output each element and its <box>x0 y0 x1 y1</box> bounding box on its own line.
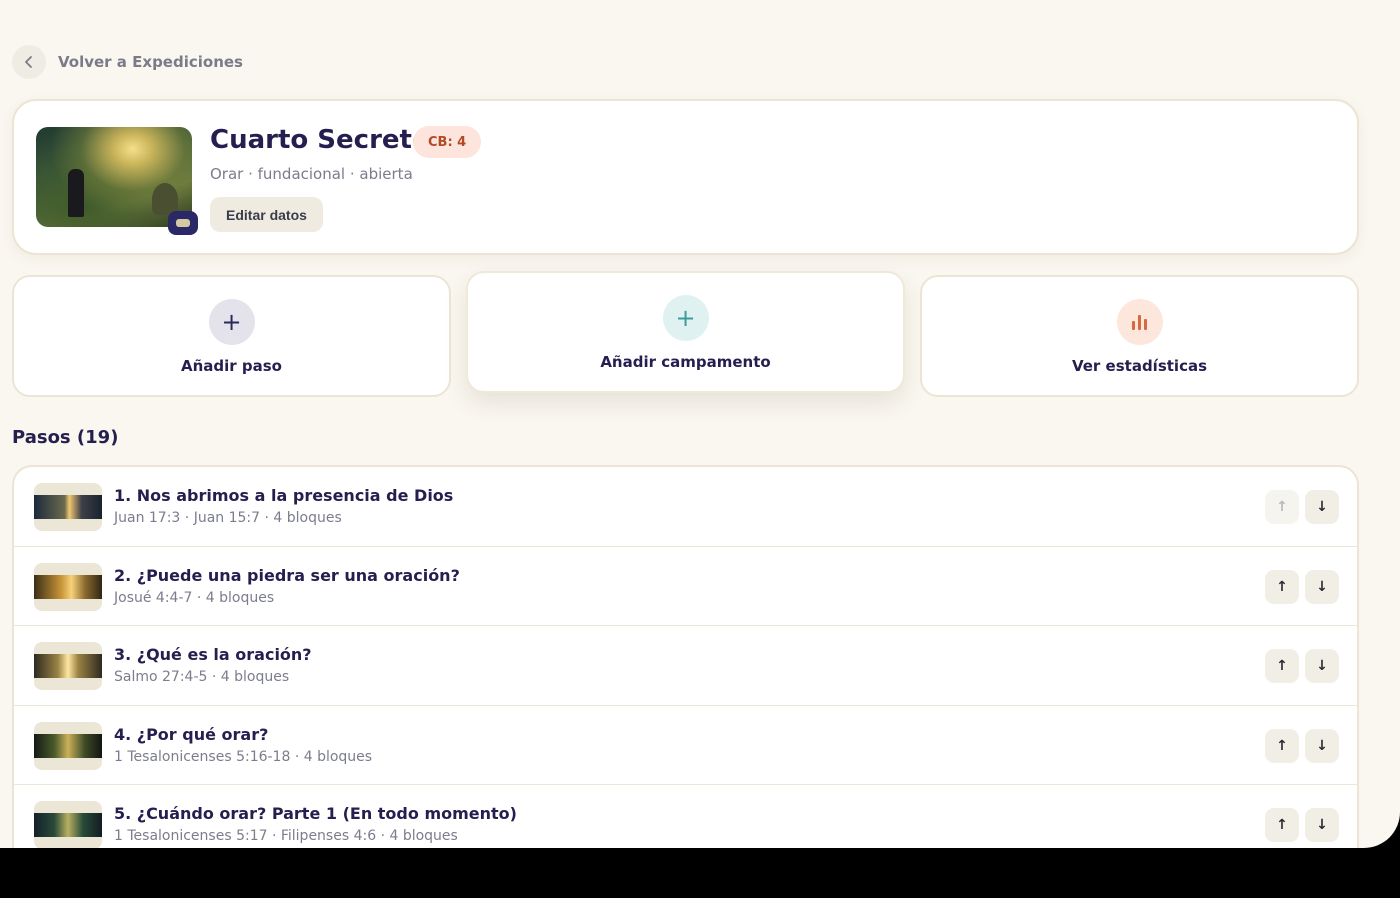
step-thumbnail <box>34 721 102 770</box>
step-title: 3. ¿Qué es la oración? <box>114 645 312 664</box>
move-up-button[interactable]: ↑ <box>1265 649 1299 683</box>
arrow-up-icon: ↑ <box>1276 817 1288 833</box>
list-item[interactable]: 5. ¿Cuándo orar? Parte 1 (En todo moment… <box>14 785 1357 848</box>
step-thumbnail <box>34 642 102 690</box>
step-thumbnail <box>34 562 102 611</box>
steps-heading: Pasos (19) <box>12 427 119 448</box>
edit-data-button[interactable]: Editar datos <box>210 197 323 232</box>
step-title: 2. ¿Puede una piedra ser una oración? <box>114 565 460 585</box>
chevron-left-icon <box>25 56 32 68</box>
step-thumbnail <box>34 483 102 531</box>
view-stats-label: Ver estadísticas <box>1071 357 1208 375</box>
expedition-header-card: Cuarto Secreto CB: 4 Orar · fundacional … <box>12 99 1359 255</box>
back-label[interactable]: Volver a Expediciones <box>58 53 243 71</box>
step-meta: 1 Tesalonicenses 5:17 · Filipenses 4:6 ·… <box>114 828 458 844</box>
list-item[interactable]: 4. ¿Por qué orar? 1 Tesalonicenses 5:16-… <box>14 706 1357 785</box>
list-item[interactable]: 3. ¿Qué es la oración? Salmo 27:4-5 · 4 … <box>14 626 1357 706</box>
arrow-down-icon: ↓ <box>1316 817 1328 833</box>
move-down-button[interactable]: ↓ <box>1305 808 1339 842</box>
arrow-down-icon: ↓ <box>1316 578 1328 595</box>
bar-chart-icon <box>1116 299 1163 345</box>
add-camp-card[interactable]: + Añadir campamento <box>466 271 905 393</box>
arrow-up-icon: ↑ <box>1276 499 1288 515</box>
add-step-card[interactable]: + Añadir paso <box>12 275 451 397</box>
back-button[interactable] <box>12 45 46 79</box>
step-title: 4. ¿Por qué orar? <box>114 724 269 744</box>
cover-badge-icon <box>168 211 198 235</box>
move-down-button[interactable]: ↓ <box>1305 728 1339 763</box>
arrow-up-icon: ↑ <box>1276 737 1288 754</box>
view-stats-card[interactable]: Ver estadísticas <box>920 275 1359 397</box>
arrow-up-icon: ↑ <box>1276 658 1288 674</box>
arrow-down-icon: ↓ <box>1316 499 1328 515</box>
step-meta: 1 Tesalonicenses 5:16-18 · 4 bloques <box>114 748 373 765</box>
add-camp-label: Añadir campamento <box>600 353 771 371</box>
move-up-button[interactable]: ↑ <box>1265 569 1299 604</box>
back-link[interactable]: Volver a Expediciones <box>12 45 243 79</box>
cb-badge: CB: 4 <box>413 126 482 158</box>
expedition-title: Cuarto Secreto <box>210 125 430 155</box>
expedition-subtitle: Orar · fundacional · abierta <box>210 165 413 183</box>
move-down-button[interactable]: ↓ <box>1305 649 1339 683</box>
move-down-button[interactable]: ↓ <box>1305 569 1339 604</box>
arrow-down-icon: ↓ <box>1316 658 1328 674</box>
step-meta: Salmo 27:4-5 · 4 bloques <box>114 669 290 685</box>
move-up-button[interactable]: ↑ <box>1265 728 1299 763</box>
app-window: Volver a Expediciones Cuarto Secreto CB:… <box>0 0 1400 848</box>
move-up-button[interactable]: ↑ <box>1265 490 1299 524</box>
expedition-cover-image <box>36 127 192 227</box>
steps-list: 1. Nos abrimos a la presencia de Dios Ju… <box>12 465 1359 848</box>
list-item[interactable]: 2. ¿Puede una piedra ser una oración? Jo… <box>14 547 1357 626</box>
move-up-button[interactable]: ↑ <box>1265 808 1299 842</box>
list-item[interactable]: 1. Nos abrimos a la presencia de Dios Ju… <box>14 467 1357 547</box>
step-meta: Juan 17:3 · Juan 15:7 · 4 bloques <box>114 510 342 526</box>
add-step-label: Añadir paso <box>180 357 282 375</box>
plus-icon: + <box>208 299 255 345</box>
plus-icon: + <box>662 295 709 341</box>
move-down-button[interactable]: ↓ <box>1305 490 1339 524</box>
step-title: 5. ¿Cuándo orar? Parte 1 (En todo moment… <box>114 804 517 823</box>
arrow-up-icon: ↑ <box>1276 578 1288 595</box>
step-title: 1. Nos abrimos a la presencia de Dios <box>114 486 454 505</box>
step-meta: Josué 4:4-7 · 4 bloques <box>114 589 275 606</box>
step-thumbnail <box>34 801 102 848</box>
arrow-down-icon: ↓ <box>1316 737 1328 754</box>
